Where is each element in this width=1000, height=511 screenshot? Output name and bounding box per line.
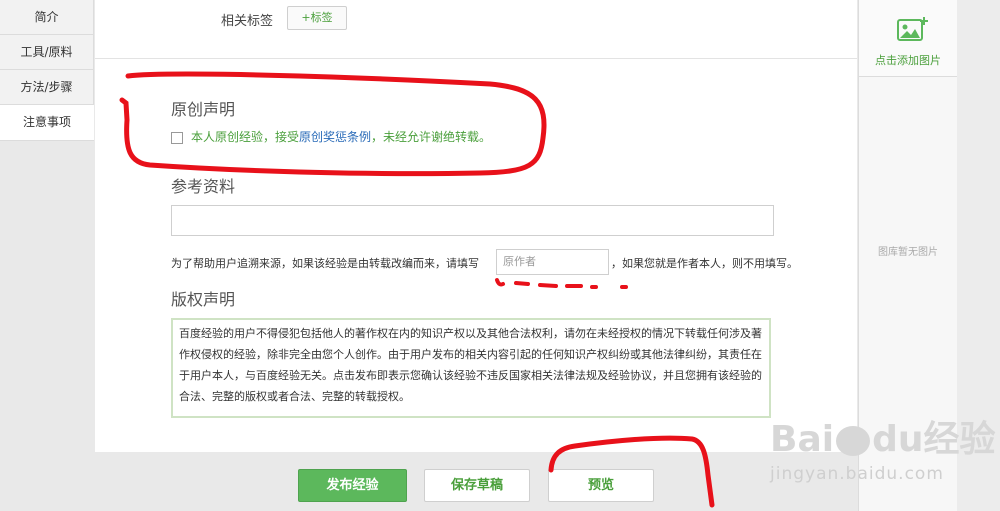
preview-button[interactable]: 预览 (548, 469, 654, 502)
original-statement-row: 本人原创经验，接受原创奖惩条例，未经允许谢绝转载。 (171, 128, 491, 145)
watermark-domain: jingyan.baidu.com (770, 464, 944, 484)
watermark-brand: Bai du经验 (770, 419, 996, 460)
tags-row: 相关标签 +标签 (95, 0, 857, 59)
original-author-input[interactable]: 原作者 (496, 249, 609, 275)
copyright-text: 百度经验的用户不得侵犯包括他人的著作权在内的知识产权以及其他合法权利，请勿在未经… (171, 318, 771, 418)
reference-textarea[interactable] (171, 205, 774, 236)
add-tag-button[interactable]: +标签 (287, 6, 347, 30)
nav-item-tools[interactable]: 工具/原料 (0, 35, 94, 70)
add-image-label: 点击添加图片 (875, 54, 941, 67)
tags-label: 相关标签 (221, 14, 274, 29)
reference-title: 参考资料 (171, 177, 236, 196)
add-image-button[interactable]: 点击添加图片 (859, 0, 957, 77)
publish-button[interactable]: 发布经验 (298, 469, 407, 502)
editor-panel: 相关标签 +标签 原创声明 本人原创经验，接受原创奖惩条例，未经允许谢绝转载。 … (95, 0, 857, 452)
nav-item-intro[interactable]: 简介 (0, 0, 94, 35)
left-nav: 简介 工具/原料 方法/步骤 注意事项 (0, 0, 94, 141)
reference-help-after: ，如果您就是作者本人，则不用填写。 (611, 257, 798, 270)
original-text-after: ，未经允许谢绝转载。 (371, 130, 492, 144)
nav-item-notes[interactable]: 注意事项 (0, 105, 94, 141)
paw-icon (836, 426, 871, 456)
add-image-icon (897, 17, 928, 41)
save-draft-button[interactable]: 保存草稿 (424, 469, 530, 502)
reference-help-before: 为了帮助用户追溯来源，如果该经验是由转载改编而来，请填写 (171, 257, 479, 270)
baidu-jingyan-watermark: Bai du经验 jingyan.baidu.com (760, 400, 1000, 500)
empty-gallery-text: 图库暂无图片 (878, 247, 938, 258)
copyright-title: 版权声明 (171, 290, 236, 309)
original-rules-link[interactable]: 原创奖惩条例 (299, 130, 371, 144)
original-text-before: 本人原创经验，接受 (191, 130, 300, 144)
original-statement-title: 原创声明 (171, 100, 236, 119)
nav-item-steps[interactable]: 方法/步骤 (0, 70, 94, 105)
original-checkbox[interactable] (171, 131, 183, 144)
